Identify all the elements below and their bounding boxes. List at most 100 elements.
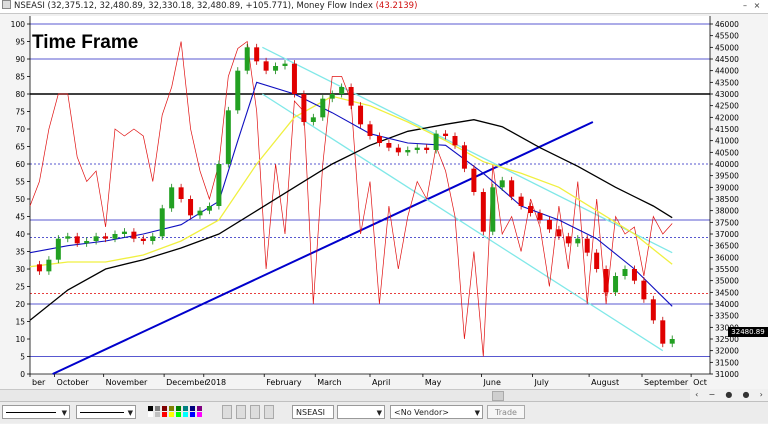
- left-axis-tick-label: 65: [15, 143, 25, 152]
- minimize-icon[interactable]: –: [740, 1, 750, 11]
- color-swatch[interactable]: [176, 406, 181, 411]
- candle-body: [594, 252, 600, 269]
- color-swatch[interactable]: [183, 412, 188, 417]
- candle-body: [660, 320, 666, 344]
- color-swatch[interactable]: [197, 412, 202, 417]
- candle-body: [320, 98, 326, 118]
- left-axis-tick-label: 20: [15, 300, 25, 309]
- left-axis-tick-label: 25: [15, 283, 25, 292]
- right-axis-tick-label: 33500: [715, 312, 739, 321]
- left-axis-tick-label: 5: [20, 353, 25, 362]
- bottom-toolbar: ▼ ▼ NSEASI ▼ <No Vendor> ▼ Trade: [0, 401, 768, 423]
- candle-body: [603, 269, 609, 293]
- scroll-left-icon[interactable]: ‹: [695, 389, 698, 400]
- line-style-dropdown[interactable]: ▼: [2, 405, 70, 419]
- price-chart[interactable]: 0 5 10 15 20 25 30 35 40 45 50 55 60 65 70 75 80 85 90 95 10…: [0, 14, 768, 389]
- candle-body: [669, 339, 675, 344]
- chevron-down-icon: ▼: [376, 409, 382, 417]
- candle-body: [575, 238, 581, 244]
- color-swatch[interactable]: [155, 406, 160, 411]
- candle-body: [433, 133, 439, 150]
- plot-background: [30, 16, 710, 374]
- right-axis-tick-label: 46000: [715, 20, 739, 29]
- color-swatch[interactable]: [197, 406, 202, 411]
- scrollbar-thumb[interactable]: [492, 391, 504, 401]
- candle-body: [225, 110, 231, 164]
- draw-tool-button-1[interactable]: [222, 405, 232, 419]
- scroll-right-icon[interactable]: ›: [760, 389, 763, 400]
- x-axis-tick-label: August: [591, 378, 619, 387]
- draw-tool-button-3[interactable]: [250, 405, 260, 419]
- candle-body: [121, 231, 127, 234]
- candle-body: [395, 147, 401, 153]
- vendor-dropdown[interactable]: <No Vendor> ▼: [390, 405, 483, 419]
- candle-body: [414, 147, 420, 150]
- color-swatch[interactable]: [162, 406, 167, 411]
- draw-tool-button-2[interactable]: [236, 405, 246, 419]
- left-axis-tick-label: 30: [15, 265, 25, 274]
- left-axis-tick-label: 85: [15, 73, 25, 82]
- candle-body: [443, 133, 449, 136]
- right-axis-tick-label: 40000: [715, 160, 739, 169]
- symbol-field[interactable]: NSEASI: [292, 405, 334, 419]
- left-axis-tick-label: 15: [15, 318, 25, 327]
- candle-body: [74, 236, 80, 244]
- symbol-dropdown[interactable]: ▼: [337, 405, 385, 419]
- candle-body: [537, 213, 543, 220]
- candle-body: [310, 117, 316, 122]
- x-axis-tick-label: February: [266, 378, 302, 387]
- candle-body: [254, 47, 260, 62]
- zoom-in-icon[interactable]: ●: [742, 389, 749, 400]
- candle-body: [367, 124, 373, 136]
- left-axis-tick-label: 50: [15, 195, 25, 204]
- color-swatch[interactable]: [190, 406, 195, 411]
- chevron-down-icon: ▼: [61, 409, 67, 417]
- chart-title-bar: NSEASI (32,375.12, 32,480.89, 32,330.18,…: [0, 0, 768, 14]
- color-swatch[interactable]: [169, 412, 174, 417]
- candle-body: [641, 280, 647, 300]
- right-axis-tick-label: 41500: [715, 125, 739, 134]
- left-axis-tick-label: 80: [15, 90, 25, 99]
- draw-tool-button-4[interactable]: [264, 405, 274, 419]
- zoom-out-icon[interactable]: ●: [725, 389, 732, 400]
- color-swatch[interactable]: [183, 406, 188, 411]
- candle-body: [93, 236, 99, 241]
- right-axis-tick-label: 31000: [715, 370, 739, 379]
- candle-body: [131, 231, 137, 239]
- right-axis-tick-label: 39500: [715, 172, 739, 181]
- candle-body: [244, 47, 250, 71]
- settings-icon[interactable]: −: [708, 389, 715, 400]
- color-swatch[interactable]: [162, 412, 167, 417]
- color-swatch[interactable]: [155, 412, 160, 417]
- color-swatch[interactable]: [148, 406, 153, 411]
- candle-body: [197, 210, 203, 216]
- candle-body: [499, 180, 505, 188]
- right-axis-tick-label: 40500: [715, 148, 739, 157]
- chevron-down-icon: ▼: [127, 409, 133, 417]
- line-width-dropdown[interactable]: ▼: [76, 405, 136, 419]
- left-axis-tick-label: 45: [15, 213, 25, 222]
- color-swatch[interactable]: [176, 412, 181, 417]
- candle-body: [178, 187, 184, 199]
- color-swatch[interactable]: [190, 412, 195, 417]
- candle-body: [169, 187, 175, 209]
- vendor-label: <No Vendor>: [394, 408, 449, 417]
- left-axis-tick-label: 10: [15, 335, 25, 344]
- left-axis-tick-label: 40: [15, 230, 25, 239]
- candle-body: [103, 236, 109, 239]
- close-icon[interactable]: ×: [752, 1, 762, 11]
- x-axis-tick-label: April: [372, 378, 390, 387]
- left-axis-tick-label: 55: [15, 178, 25, 187]
- trade-button[interactable]: Trade: [487, 405, 525, 419]
- horizontal-scrollbar[interactable]: [0, 389, 690, 401]
- candle-body: [622, 269, 628, 276]
- color-swatch[interactable]: [169, 406, 174, 411]
- candle-body: [584, 238, 590, 253]
- mfi-value: (43.2139): [375, 1, 418, 11]
- right-axis-tick-label: 31500: [715, 358, 739, 367]
- candle-body: [405, 150, 411, 153]
- right-axis-tick-label: 37500: [715, 218, 739, 227]
- x-axis-tick-label: 2018: [206, 378, 226, 387]
- color-swatch[interactable]: [148, 412, 153, 417]
- right-axis-tick-label: 37000: [715, 230, 739, 239]
